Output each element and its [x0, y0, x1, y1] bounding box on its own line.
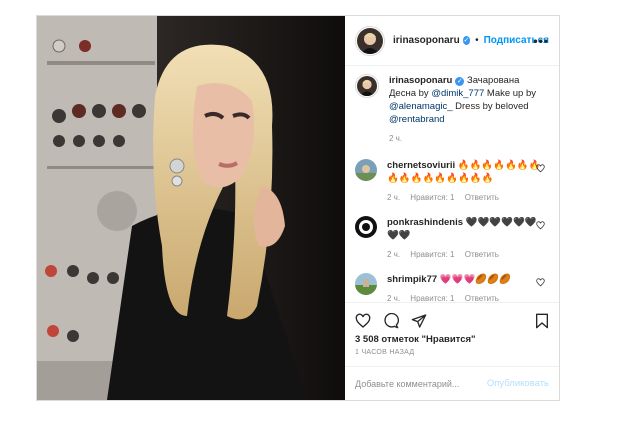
instagram-post: irinasoponaru ✓ • Подписаться ••• irinas…	[36, 15, 560, 401]
post-photo-image	[37, 16, 345, 400]
author-username[interactable]: irinasoponaru	[393, 35, 460, 46]
more-options-icon[interactable]: •••	[533, 34, 549, 48]
comment-item: ponkrashindenis 🖤🖤🖤🖤🖤🖤🖤🖤 2 ч. Нравится: …	[355, 216, 549, 261]
like-comment-icon[interactable]	[536, 221, 545, 230]
comment-item: chernetsoviurii 🔥🔥🔥🔥🔥🔥🔥🔥🔥🔥🔥🔥🔥🔥🔥🔥 2 ч. Нр…	[355, 159, 549, 204]
like-comment-icon[interactable]	[536, 164, 545, 173]
verified-icon: ✓	[462, 36, 471, 45]
like-comment-icon[interactable]	[536, 278, 545, 287]
mention-link[interactable]: @alenamagic_	[389, 101, 453, 112]
comment-text: 💗💗💗🏉🏉🏉	[439, 274, 511, 285]
commenter-avatar[interactable]	[355, 273, 377, 295]
post-timestamp[interactable]: 1 ЧАСОВ НАЗАД	[345, 345, 559, 356]
share-icon[interactable]	[411, 313, 427, 329]
commenter-username[interactable]: shrimpik77	[387, 274, 437, 285]
commenter-avatar[interactable]	[355, 216, 377, 238]
mention-link[interactable]: @rentabrand	[389, 114, 445, 125]
caption: irinasoponaru ✓ Зачарована Десна by @dimi…	[355, 74, 549, 145]
caption-time[interactable]: 2 ч.	[389, 134, 402, 143]
publish-button[interactable]: Опубликовать	[487, 378, 549, 389]
caption-username[interactable]: irinasoponaru	[389, 75, 452, 86]
heart-icon[interactable]	[355, 313, 371, 329]
post-header: irinasoponaru ✓ • Подписаться •••	[345, 16, 559, 66]
author-avatar[interactable]	[355, 25, 385, 56]
comment-time[interactable]: 2 ч.	[387, 250, 400, 259]
caption-avatar[interactable]	[355, 74, 379, 98]
separator-dot: •	[475, 35, 479, 46]
reply-button[interactable]: Ответить	[465, 193, 499, 202]
comment-icon[interactable]	[383, 312, 399, 329]
commenter-username[interactable]: chernetsoviurii	[387, 160, 455, 171]
reply-button[interactable]: Ответить	[465, 250, 499, 259]
add-comment-bar: Добавьте комментарий... Опубликовать	[345, 366, 559, 400]
reply-button[interactable]: Ответить	[465, 294, 499, 302]
bookmark-icon[interactable]	[535, 313, 549, 329]
comment-time[interactable]: 2 ч.	[387, 193, 400, 202]
commenter-username[interactable]: ponkrashindenis	[387, 217, 463, 228]
comment-item: shrimpik77 💗💗💗🏉🏉🏉 2 ч. Нравится: 1 Ответ…	[355, 273, 549, 302]
comment-likes[interactable]: Нравится: 1	[410, 193, 454, 202]
post-photo[interactable]	[37, 16, 345, 400]
caption-text-2: Make up by	[484, 88, 537, 99]
post-sidebar: irinasoponaru ✓ • Подписаться ••• irinas…	[345, 16, 559, 400]
verified-icon: ✓	[455, 77, 465, 86]
caption-text-3: Dress by beloved	[452, 101, 529, 112]
commenter-avatar[interactable]	[355, 159, 377, 181]
comment-input[interactable]: Добавьте комментарий...	[355, 379, 487, 389]
comments-list: irinasoponaru ✓ Зачарована Десна by @dimi…	[345, 66, 559, 302]
comment-time[interactable]: 2 ч.	[387, 294, 400, 302]
mention-link[interactable]: @dimik_777	[431, 88, 484, 99]
comment-likes[interactable]: Нравится: 1	[410, 294, 454, 302]
comment-likes[interactable]: Нравится: 1	[410, 250, 454, 259]
post-actions	[345, 302, 559, 338]
